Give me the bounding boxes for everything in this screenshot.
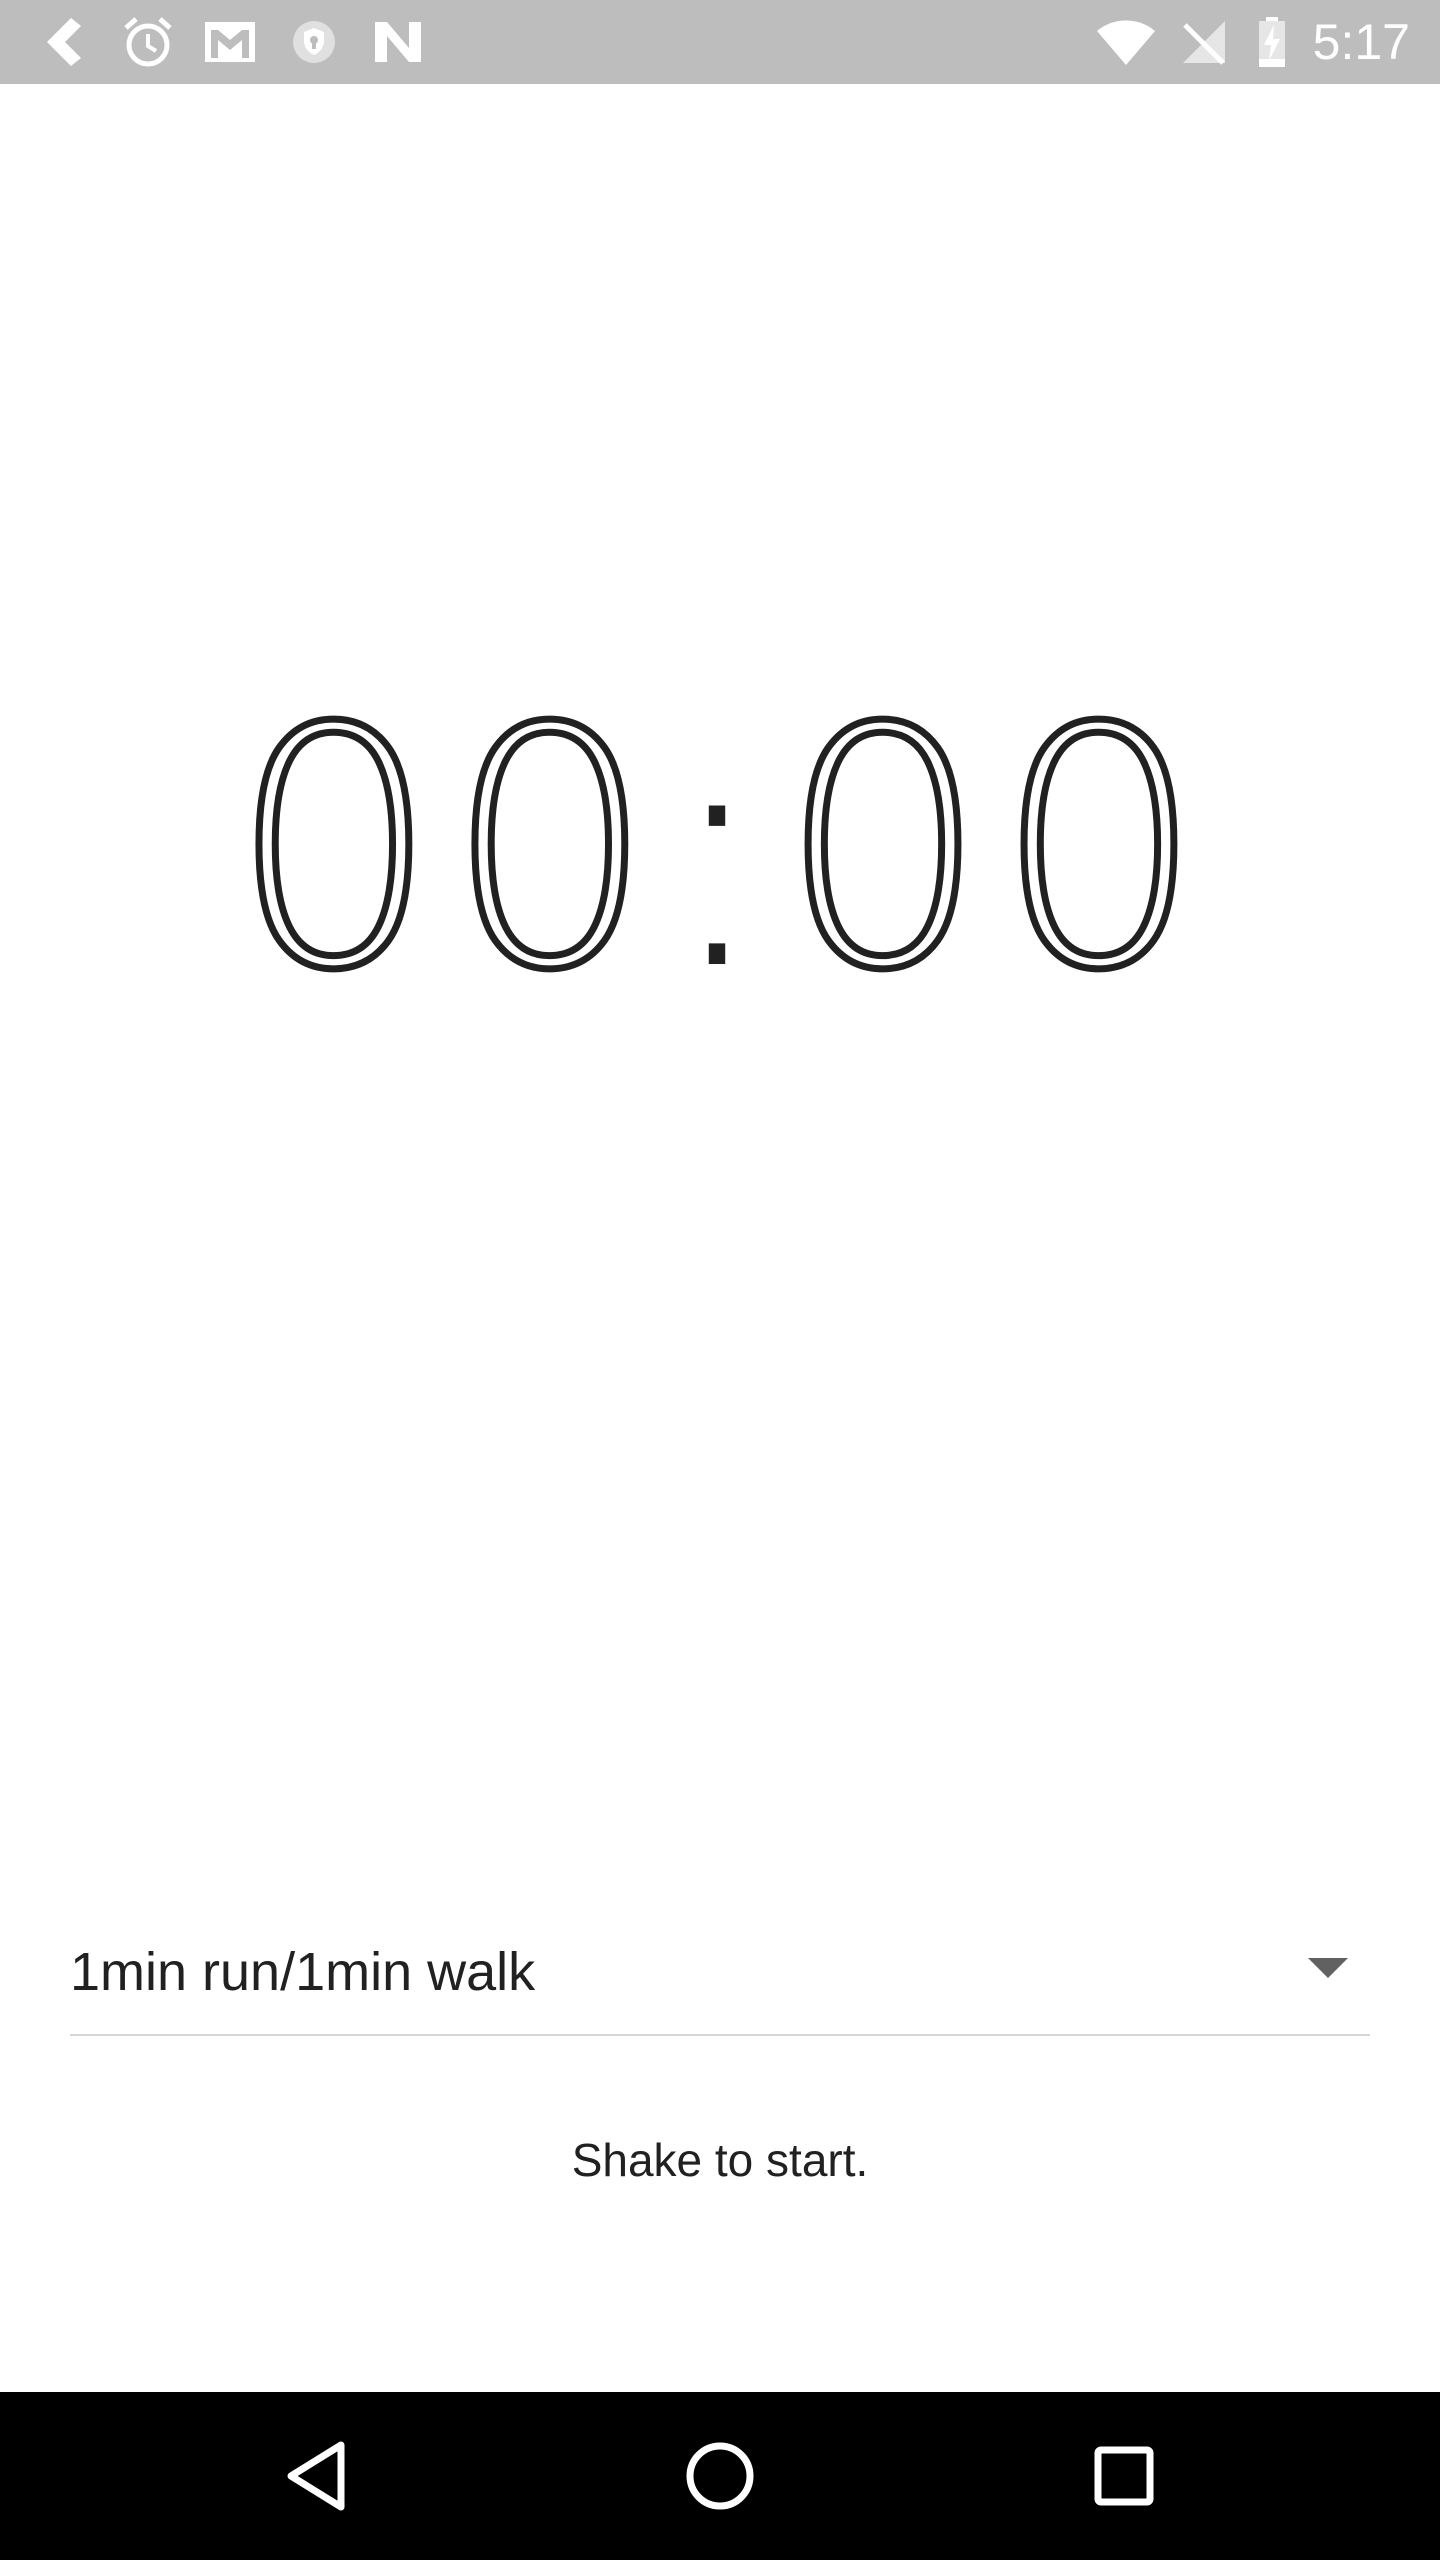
- timer-separator: :: [661, 658, 779, 1042]
- recents-button[interactable]: [1034, 2392, 1214, 2560]
- dropdown-arrow-icon: [1308, 1958, 1348, 1978]
- status-bar: 5:17: [0, 0, 1440, 84]
- shake-hint: Shake to start.: [571, 2134, 869, 2186]
- status-time: 5:17: [1312, 14, 1410, 70]
- back-button[interactable]: [226, 2392, 406, 2560]
- no-signal-icon: [1176, 0, 1232, 84]
- home-button[interactable]: [630, 2392, 810, 2560]
- recents-icon: [1094, 2446, 1154, 2506]
- home-icon: [686, 2442, 754, 2510]
- navigation-bar: [0, 2392, 1440, 2560]
- alarm-icon: [118, 0, 178, 84]
- back-arrow-icon: [36, 0, 96, 84]
- gmail-icon: [200, 0, 260, 84]
- interval-dropdown[interactable]: 1min run/1min walk: [70, 1920, 1370, 2036]
- timer-seconds: 00: [775, 657, 1211, 1044]
- timer-display: 00:00: [0, 657, 1440, 1044]
- battery-charging-icon: [1252, 0, 1292, 84]
- timer-minutes: 00: [226, 657, 662, 1044]
- back-icon: [287, 2441, 345, 2511]
- shield-icon: [284, 0, 344, 84]
- wifi-icon: [1094, 0, 1158, 84]
- interval-dropdown-value: 1min run/1min walk: [70, 1942, 536, 2002]
- n-logo-icon: [368, 0, 428, 84]
